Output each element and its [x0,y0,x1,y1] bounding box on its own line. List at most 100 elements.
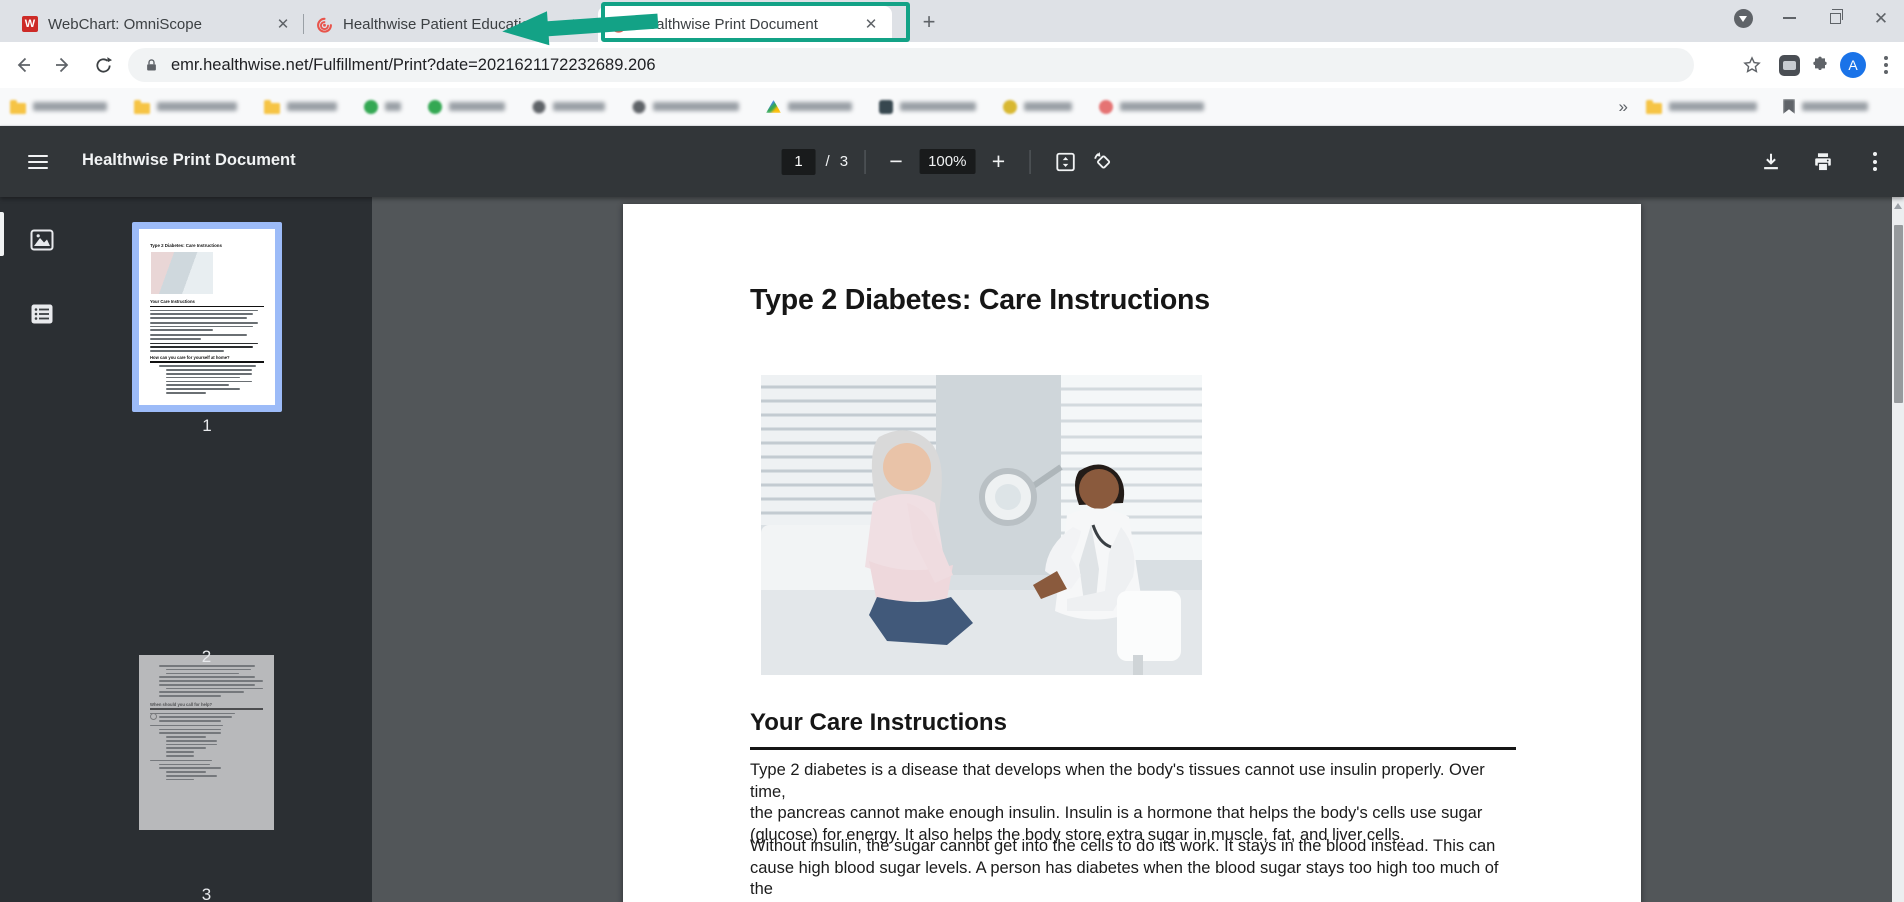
bookmark-label-redacted [1120,102,1204,111]
document-title: Type 2 Diabetes: Care Instructions [750,284,1210,317]
heading-rule [750,747,1516,750]
menu-hamburger-icon[interactable] [20,150,56,174]
dot-icon [428,100,442,114]
folder-icon [10,103,26,114]
page-divider: / [826,153,830,170]
square-icon [879,100,893,114]
zoom-in-button[interactable]: + [983,150,1013,173]
rotate-icon[interactable] [1084,143,1122,181]
bookmark-item[interactable] [134,100,237,114]
reload-icon[interactable] [86,48,120,82]
window-controls: ✕ [1720,0,1904,36]
page-number-input[interactable]: 1 [782,149,816,175]
bookmark-item[interactable] [10,100,107,114]
page-thumbnail-2[interactable]: When should you call for help? [139,655,274,830]
page-total: 3 [840,153,848,170]
bookmark-label-redacted [653,102,739,111]
close-tab-icon[interactable]: ✕ [566,13,588,35]
tab-strip: W WebChart: OmniScope ✕ Healthwise Patie… [0,0,1904,42]
bookmark-star-icon[interactable] [1735,48,1769,82]
page-thumbnail-1[interactable]: Type 2 Diabetes: Care Instructions Your … [132,222,282,412]
close-tab-icon[interactable]: ✕ [272,13,294,35]
bookmarks-list [10,100,1613,114]
restore-button[interactable] [1812,1,1858,35]
vertical-scrollbar[interactable] [1892,197,1904,902]
thumb1-heading: Your Care Instructions [150,299,264,304]
close-tab-icon[interactable]: ✕ [860,13,882,35]
fit-to-page-icon[interactable] [1046,143,1084,181]
thumb1-photo [151,252,213,294]
browser-window: W WebChart: OmniScope ✕ Healthwise Patie… [0,0,1904,902]
tab-title: WebChart: OmniScope [48,16,272,33]
tab-healthwise-print-document[interactable]: Healthwise Print Document ✕ [598,6,892,42]
extensions-puzzle-icon[interactable] [1810,55,1830,75]
thumbnails-view-icon[interactable] [22,223,62,257]
print-icon[interactable] [1804,143,1842,181]
active-panel-indicator [0,212,4,256]
globe-icon [532,100,546,114]
lock-icon [144,57,159,74]
address-bar[interactable]: emr.healthwise.net/Fulfillment/Print?dat… [128,48,1694,82]
bookmark-item[interactable] [532,100,605,114]
unselected-page-overlay [139,655,274,830]
thumbnail-page-number: 3 [139,885,274,902]
bookmark-item[interactable] [1783,99,1868,114]
pdf-toolbar: Healthwise Print Document 1 / 3 − 100% + [0,126,1904,197]
bookmark-item[interactable] [264,100,337,114]
bookmark-item[interactable] [632,100,739,114]
back-icon[interactable] [6,48,40,82]
bookmark-label-redacted [553,102,605,111]
tab-title: Healthwise Patient Education [343,16,566,33]
bookmark-label-redacted [1024,102,1072,111]
url-text: emr.healthwise.net/Fulfillment/Print?dat… [171,56,656,75]
thumbnail-sidebar: Type 2 Diabetes: Care Instructions Your … [0,197,372,902]
paragraph: Without insulin, the sugar cannot get in… [750,836,1525,902]
minimize-button[interactable] [1766,1,1812,35]
bookmark-item[interactable] [1099,100,1204,114]
bookmark-label-redacted [287,102,337,111]
pdf-more-options-icon[interactable] [1856,143,1894,181]
tab-healthwise-patient-education[interactable]: Healthwise Patient Education ✕ [304,6,598,42]
bookmark-item[interactable] [879,100,976,114]
bookmark-item[interactable] [1003,100,1072,114]
patient-doctor-photo [761,375,1202,675]
download-icon[interactable] [1752,143,1790,181]
thumbnail-page-number: 2 [139,647,274,667]
profile-avatar[interactable]: A [1840,52,1866,78]
scrollbar-thumb[interactable] [1894,225,1903,403]
bookmark-item[interactable] [428,100,505,114]
bookmark-label-redacted [449,102,505,111]
new-tab-button[interactable]: + [915,8,943,36]
forward-icon[interactable] [46,48,80,82]
paragraph: Type 2 diabetes is a disease that develo… [750,760,1525,846]
scroll-up-icon[interactable] [1894,203,1902,209]
healthwise-favicon-icon [610,16,627,33]
tab-title: Healthwise Print Document [637,16,860,33]
zoom-out-button[interactable]: − [881,150,911,173]
bookmarks-overflow-chevron-icon[interactable]: » [1619,97,1628,117]
globe-icon [632,100,646,114]
extension-icon[interactable] [1779,55,1800,76]
browser-toolbar: emr.healthwise.net/Fulfillment/Print?dat… [0,42,1904,88]
document-outline-icon[interactable] [22,297,62,331]
zoom-level[interactable]: 100% [919,149,975,174]
bookmark-item[interactable] [766,100,852,113]
browser-menu-icon[interactable] [1876,56,1896,74]
bookmark-label-redacted [385,102,401,111]
bookmark-label-redacted [1802,102,1868,111]
folder-icon [1646,103,1662,114]
tab-search-icon[interactable] [1720,1,1766,35]
bookmark-item[interactable] [364,100,401,114]
thumb1-title: Type 2 Diabetes: Care Instructions [150,243,264,248]
close-window-button[interactable]: ✕ [1858,1,1904,35]
folder-icon [264,103,280,114]
bookmark-item[interactable] [1646,100,1757,114]
dot-icon [1099,100,1113,114]
reading-icon [1783,99,1795,114]
tab-webchart-omniscope[interactable]: W WebChart: OmniScope ✕ [10,6,304,42]
bookmark-label-redacted [33,102,107,111]
pdf-viewer: Type 2 Diabetes: Care Instructions Your … [0,197,1904,902]
healthwise-favicon-icon [316,16,333,33]
bookmarks-bar: » [0,88,1904,126]
webchart-favicon-icon: W [22,16,38,32]
